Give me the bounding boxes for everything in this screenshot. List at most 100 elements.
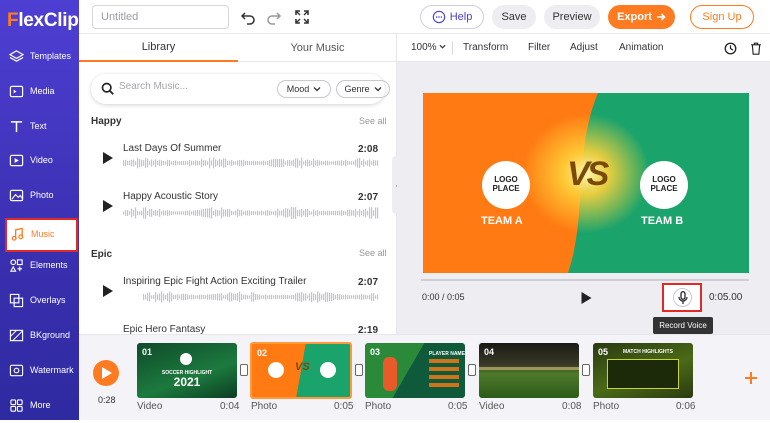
team-a-label[interactable]: TEAM A — [481, 215, 523, 227]
chat-icon — [432, 10, 445, 24]
clip-duration: 0:06 — [676, 401, 696, 412]
help-label: Help — [449, 11, 473, 23]
watermark-icon — [9, 364, 24, 377]
tab-your-music[interactable]: Your Music — [238, 34, 397, 62]
sidebar-item-bkground[interactable]: BKground — [0, 319, 79, 353]
stats-bars — [429, 359, 459, 391]
play-icon[interactable] — [103, 200, 113, 212]
timeline-clip[interactable]: 01 SOCCER HIGHLIGHT 2021 — [137, 343, 237, 398]
more-icon — [10, 399, 23, 412]
project-title-input[interactable] — [92, 5, 229, 29]
total-duration: 0:05.00 — [709, 292, 743, 303]
split-handle[interactable] — [355, 364, 363, 376]
play-icon[interactable] — [103, 285, 113, 297]
microphone-icon — [678, 291, 688, 304]
search-icon — [101, 82, 114, 95]
waveform-bars — [143, 291, 379, 303]
logo-letter: F — [7, 10, 19, 31]
properties-toolbar: 100% Transform Filter Adjust Animation — [397, 34, 770, 62]
sidebar-item-label: Photo — [30, 190, 54, 200]
player-figure — [383, 357, 397, 391]
sidebar-item-templates[interactable]: Templates — [0, 40, 79, 74]
timeline-clip[interactable]: 05 MATCH HIGHLIGHTS — [593, 343, 693, 398]
add-clip-icon[interactable] — [744, 371, 758, 385]
logo-placeholder-right[interactable]: LOGO PLACE — [640, 161, 688, 209]
logo-placeholder-left[interactable]: LOGO PLACE — [482, 161, 530, 209]
timeline-clip[interactable]: 04 — [479, 343, 579, 398]
preview-button[interactable]: Preview — [544, 5, 600, 29]
clip-type: Photo — [251, 401, 278, 412]
clip-duration: 0:04 — [220, 401, 240, 412]
sidebar-item-elements[interactable]: Elements — [0, 249, 79, 283]
sidebar-item-watermark[interactable]: Watermark — [0, 354, 79, 388]
see-all-link[interactable]: See all — [359, 116, 387, 126]
split-handle[interactable] — [240, 364, 248, 376]
timeline-clip-selected[interactable]: 02 VS — [250, 342, 352, 399]
sidebar-item-label: Music — [31, 229, 55, 239]
undo-icon[interactable] — [240, 9, 256, 25]
sidebar-item-text[interactable]: Text — [0, 110, 79, 144]
play-icon[interactable] — [103, 152, 113, 164]
waveform[interactable] — [143, 290, 379, 304]
clip-year: 2021 — [173, 375, 201, 389]
help-button[interactable]: Help — [420, 5, 484, 29]
app-logo[interactable]: FlexClip — [7, 10, 79, 32]
clip-number: 02 — [257, 348, 268, 358]
sidebar-item-more[interactable]: More — [0, 389, 79, 423]
sidebar-item-overlays[interactable]: Overlays — [0, 284, 79, 318]
zoom-dropdown[interactable]: 100% — [411, 42, 446, 53]
vs-text: VS — [567, 155, 609, 193]
team-b-label[interactable]: TEAM B — [641, 215, 683, 227]
vs-thumb: VS — [295, 361, 310, 373]
redo-icon[interactable] — [266, 9, 282, 25]
clip-caption: PLAYER NAME — [429, 351, 465, 357]
filter-button[interactable]: Filter — [528, 42, 550, 53]
save-button[interactable]: Save — [492, 5, 536, 29]
sidebar-item-label: Elements — [30, 260, 68, 270]
fullscreen-icon[interactable] — [294, 9, 310, 25]
video-stage[interactable]: LOGO PLACE LOGO PLACE VS TEAM A TEAM B — [423, 93, 749, 273]
sidebar-item-label: Templates — [30, 51, 72, 61]
clip-duration: 0:05 — [448, 401, 468, 412]
sign-up-button[interactable]: Sign Up — [690, 5, 754, 29]
clip-number: 05 — [598, 347, 609, 357]
chevron-down-icon — [374, 87, 381, 92]
mood-dropdown[interactable]: Mood — [277, 80, 331, 98]
clock-icon[interactable] — [724, 42, 737, 55]
background-icon — [9, 329, 24, 342]
match-board — [607, 359, 679, 389]
play-icon[interactable] — [581, 292, 592, 304]
see-all-link[interactable]: See all — [359, 248, 387, 258]
progress-track[interactable] — [421, 279, 749, 281]
clip-duration: 0:05 — [334, 401, 354, 412]
sidebar-item-video[interactable]: Video — [0, 144, 79, 178]
sidebar-item-label: Overlays — [30, 295, 66, 305]
sidebar-item-music[interactable]: Music — [5, 218, 78, 252]
waveform[interactable] — [123, 206, 379, 220]
music-icon — [11, 227, 24, 241]
sidebar-item-photo[interactable]: Photo — [0, 179, 79, 213]
waveform-bars — [123, 157, 379, 169]
divider — [452, 41, 453, 55]
adjust-button[interactable]: Adjust — [570, 42, 598, 53]
timeline-play-button[interactable] — [93, 360, 119, 386]
timeline-clip[interactable]: 03 PLAYER NAME — [365, 343, 465, 398]
clip-number: 01 — [142, 347, 153, 357]
export-button[interactable]: Export — [608, 5, 675, 29]
split-handle[interactable] — [468, 364, 476, 376]
genre-dropdown[interactable]: Genre — [336, 80, 390, 98]
transform-button[interactable]: Transform — [463, 42, 508, 53]
arrow-right-icon — [656, 13, 666, 21]
genre-label: Genre — [344, 84, 370, 94]
waveform[interactable] — [123, 156, 379, 170]
animation-button[interactable]: Animation — [619, 42, 663, 53]
record-voice-button[interactable] — [662, 283, 702, 312]
sidebar-item-media[interactable]: Media — [0, 75, 79, 109]
track-title: Last Days Of Summer — [123, 143, 222, 154]
split-handle[interactable] — [582, 364, 590, 376]
music-search-input[interactable] — [119, 81, 269, 92]
trash-icon[interactable] — [750, 42, 762, 55]
mood-label: Mood — [286, 84, 310, 94]
tab-library[interactable]: Library — [79, 34, 238, 62]
clip-type: Video — [137, 401, 163, 412]
